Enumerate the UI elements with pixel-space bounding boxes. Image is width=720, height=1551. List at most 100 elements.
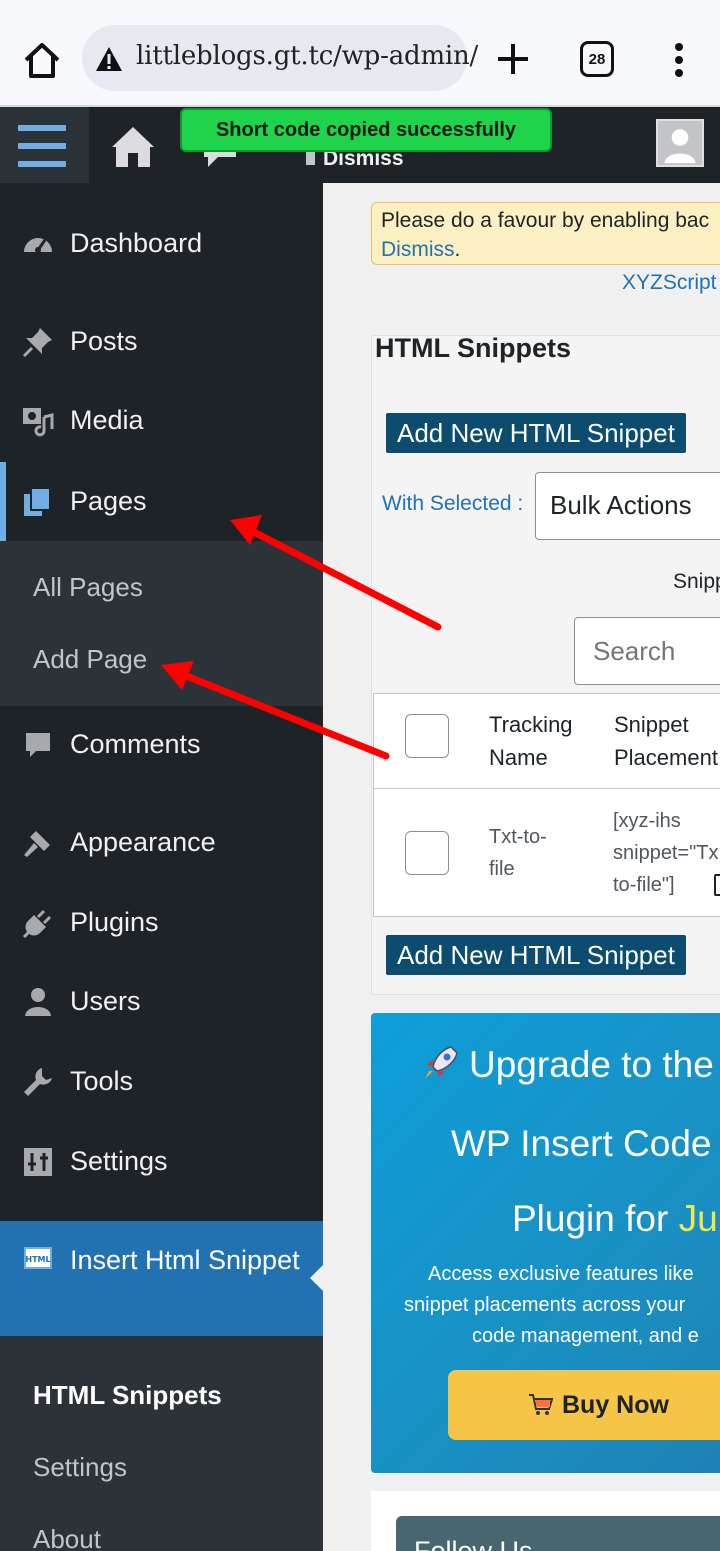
sidebar-item-label: Insert Html Snippet (70, 1245, 300, 1275)
cart-icon (529, 1394, 554, 1415)
copy-icon[interactable] (714, 874, 720, 896)
cell-line: [xyz-ihs (613, 810, 681, 832)
submenu-all-pages[interactable]: All Pages (33, 572, 143, 603)
sidebar-item-label: Settings (70, 1146, 168, 1176)
upgrade-desc-line: code management, and e (472, 1325, 699, 1347)
col-tracking-name[interactable]: Tracking Name (489, 708, 573, 774)
snippets-table: Tracking Name Snippet Placement Txt-to- … (373, 693, 720, 917)
snippet-filter-label: Snipp (673, 570, 720, 593)
submenu-html-snippets[interactable]: HTML Snippets (33, 1380, 222, 1411)
wrench-icon (24, 1068, 52, 1096)
offer-prefix: Plugin for (512, 1198, 679, 1239)
submenu-settings[interactable]: Settings (33, 1452, 127, 1483)
brush-icon (24, 831, 50, 857)
row-checkbox[interactable] (405, 831, 449, 875)
hamburger-icon (18, 125, 66, 131)
select-all-checkbox[interactable] (405, 714, 449, 758)
sidebar-item-label: Posts (70, 326, 138, 356)
sidebar-item-label: Appearance (70, 827, 216, 857)
sidebar-item-posts[interactable]: Posts (0, 306, 323, 376)
pages-submenu: All Pages Add Page (0, 541, 323, 706)
comment-icon (26, 733, 50, 757)
notice-text: Please do a favour by enabling bac (381, 209, 710, 232)
col-snippet-placement[interactable]: Snippet Placement (614, 708, 718, 774)
hamburger-line (18, 143, 66, 149)
sidebar-item-label: Comments (70, 729, 201, 759)
sidebar-item-dashboard[interactable]: Dashboard (0, 208, 323, 278)
page-title: HTML Snippets (375, 333, 572, 363)
row-snippet-placement: [xyz-ihs snippet="Tx to-file"] (613, 805, 719, 901)
cell-line: file (489, 858, 515, 880)
toast-notification: Short code copied successfully (180, 108, 552, 152)
rocket-icon (425, 1046, 458, 1079)
cell-line: Txt-to- (489, 826, 547, 848)
media-icon (23, 408, 54, 437)
sidebar-item-label: Media (70, 405, 144, 435)
house-icon[interactable] (108, 121, 158, 171)
hamburger-line (18, 161, 66, 167)
notice-dismiss-link[interactable]: Dismiss (381, 238, 455, 261)
current-menu-pointer (310, 1265, 323, 1291)
warning-icon[interactable] (94, 45, 124, 73)
dashboard-icon (24, 238, 52, 253)
cell-line: snippet="Tx (613, 842, 719, 864)
upgrade-offer: Plugin for Ju (512, 1198, 718, 1240)
sidebar-item-tools[interactable]: Tools (0, 1046, 323, 1116)
cell-line: to-file"] (613, 874, 675, 896)
upgrade-title-text: Upgrade to the (469, 1044, 714, 1085)
sidebar-item-insert-html-snippet[interactable]: HTML Insert Html Snippet (0, 1221, 323, 1336)
admin-sidebar: Dashboard Posts Media Pages All Pages Ad… (0, 183, 323, 1551)
upgrade-product: WP Insert Code S (451, 1123, 720, 1164)
sidebar-item-appearance[interactable]: Appearance (0, 807, 323, 877)
upgrade-title: Upgrade to the (421, 1043, 714, 1086)
with-selected-label: With Selected : (382, 492, 524, 515)
dismiss-icon (306, 152, 315, 165)
col-label-line: Name (489, 745, 548, 770)
add-new-snippet-button-bottom[interactable]: Add New HTML Snippet (386, 935, 686, 975)
browser-toolbar: littleblogs.gt.tc/wp-admin/ 28 (0, 0, 720, 107)
sidebar-item-pages[interactable]: Pages (0, 466, 323, 536)
offer-highlight: Ju (678, 1198, 718, 1239)
bulk-actions-select[interactable]: Bulk Actions (535, 472, 720, 540)
sidebar-item-comments[interactable]: Comments (0, 709, 323, 779)
xyzscripts-link[interactable]: XYZScript (622, 271, 717, 295)
address-bar[interactable]: littleblogs.gt.tc/wp-admin/ (82, 25, 478, 91)
more-vert-icon[interactable] (664, 40, 694, 80)
buy-now-label: Buy Now (562, 1390, 669, 1419)
sidebar-item-label: Dashboard (70, 228, 203, 258)
ihs-submenu: HTML Snippets Settings About (0, 1336, 323, 1551)
hamburger-menu-button[interactable] (0, 107, 89, 183)
col-label-line: Tracking (489, 712, 573, 737)
plus-icon[interactable] (492, 38, 534, 80)
follow-us-header: Follow Us (396, 1516, 720, 1551)
sidebar-item-media[interactable]: Media (0, 385, 323, 455)
main-content: Please do a favour by enabling bac Dismi… (323, 183, 720, 1551)
tab-switcher-button[interactable]: 28 (580, 41, 614, 77)
active-indicator (0, 462, 6, 541)
sidebar-item-plugins[interactable]: Plugins (0, 887, 323, 957)
submenu-add-page[interactable]: Add Page (33, 644, 147, 675)
home-icon[interactable] (20, 38, 64, 82)
sidebar-item-label: Pages (70, 486, 147, 516)
sliders-icon (24, 1148, 52, 1176)
user-icon (25, 988, 51, 1016)
table-header: Tracking Name Snippet Placement (374, 694, 720, 789)
pages-icon (24, 487, 51, 516)
add-new-snippet-button[interactable]: Add New HTML Snippet (386, 413, 686, 453)
svg-text:HTML: HTML (25, 1255, 50, 1264)
html-icon: HTML (24, 1247, 52, 1269)
plug-icon (22, 909, 52, 939)
user-avatar-icon (658, 121, 702, 165)
avatar[interactable] (656, 119, 704, 167)
buy-now-button[interactable]: Buy Now (448, 1370, 720, 1440)
col-label-line: Placement (614, 745, 718, 770)
row-tracking-name[interactable]: Txt-to- file (489, 821, 547, 885)
sidebar-item-users[interactable]: Users (0, 966, 323, 1036)
pin-icon (22, 328, 52, 358)
search-input[interactable] (574, 617, 720, 685)
sidebar-item-settings[interactable]: Settings (0, 1126, 323, 1196)
submenu-about[interactable]: About (33, 1524, 101, 1551)
follow-card: Follow Us (371, 1491, 720, 1551)
url-text: littleblogs.gt.tc/wp-admin/ (136, 41, 479, 71)
upgrade-desc-line: snippet placements across your (404, 1294, 686, 1316)
